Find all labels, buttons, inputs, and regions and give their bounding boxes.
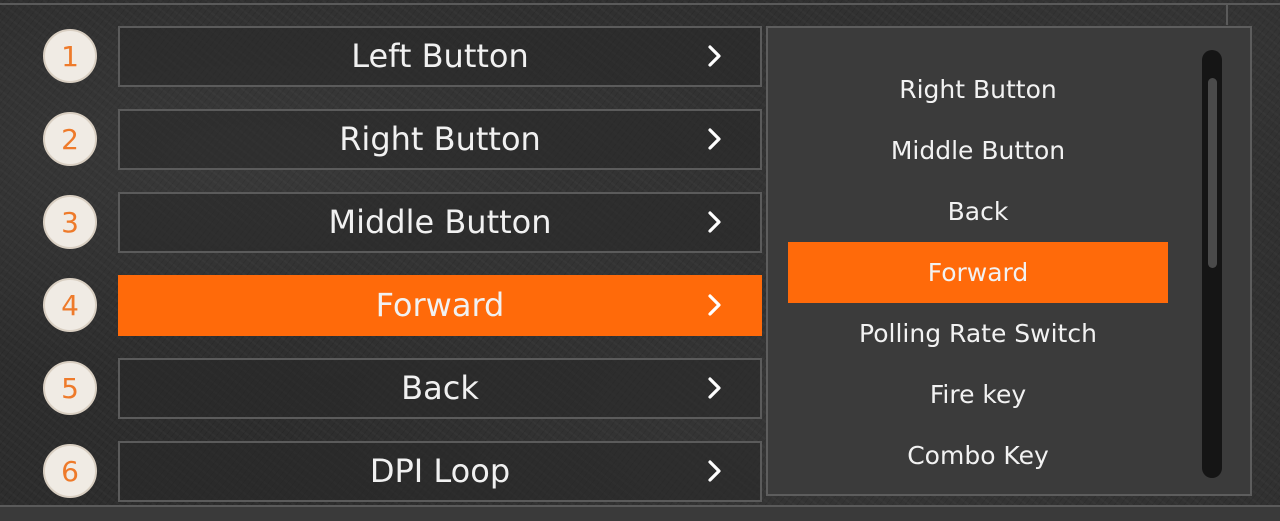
button-row-2: 2 Right Button <box>0 109 770 171</box>
button-row-5: 5 Back <box>0 358 770 420</box>
dropdown-option[interactable]: Fire key <box>788 364 1168 425</box>
button-4-label: Forward <box>375 286 505 324</box>
button-5-assignment[interactable]: Back <box>118 358 762 419</box>
button-2-label: Right Button <box>339 120 541 158</box>
button-row-6: 6 DPI Loop <box>0 441 770 503</box>
button-row-4: 4 Forward <box>0 275 770 337</box>
button-number-badge: 3 <box>43 195 97 249</box>
chevron-right-icon <box>708 294 721 316</box>
button-number-badge: 1 <box>43 29 97 83</box>
button-number-badge: 4 <box>43 278 97 332</box>
chevron-right-icon <box>708 460 721 482</box>
button-3-assignment[interactable]: Middle Button <box>118 192 762 253</box>
dropdown-option[interactable]: Combo Key <box>788 425 1168 486</box>
button-number-badge: 5 <box>43 361 97 415</box>
chevron-right-icon <box>708 45 721 67</box>
button-2-assignment[interactable]: Right Button <box>118 109 762 170</box>
button-row-1: 1 Left Button <box>0 26 770 88</box>
button-4-assignment[interactable]: Forward <box>118 275 762 336</box>
dropdown-option[interactable]: Middle Button <box>788 120 1168 181</box>
dropdown-option[interactable]: Right Button <box>788 59 1168 120</box>
chevron-right-icon <box>708 377 721 399</box>
button-6-label: DPI Loop <box>369 452 511 490</box>
function-dropdown: Right Button Middle Button Back Forward … <box>766 26 1252 496</box>
dropdown-scrollbar-thumb[interactable] <box>1208 78 1217 268</box>
chevron-right-icon <box>708 211 721 233</box>
frame-corner-line <box>1226 5 1228 25</box>
button-row-3: 3 Middle Button <box>0 192 770 254</box>
dropdown-option[interactable]: Polling Rate Switch <box>788 303 1168 364</box>
button-3-label: Middle Button <box>328 203 552 241</box>
button-6-assignment[interactable]: DPI Loop <box>118 441 762 502</box>
button-number-badge: 2 <box>43 112 97 166</box>
dropdown-option-selected[interactable]: Forward <box>788 242 1168 303</box>
chevron-right-icon <box>708 128 721 150</box>
bottom-frame-bar <box>0 505 1280 521</box>
button-5-label: Back <box>401 369 479 407</box>
button-1-assignment[interactable]: Left Button <box>118 26 762 87</box>
button-assignment-list: 1 Left Button 2 Right Button 3 Middle Bu… <box>0 0 770 521</box>
dropdown-option[interactable]: Back <box>788 181 1168 242</box>
button-1-label: Left Button <box>351 37 529 75</box>
button-number-badge: 6 <box>43 444 97 498</box>
